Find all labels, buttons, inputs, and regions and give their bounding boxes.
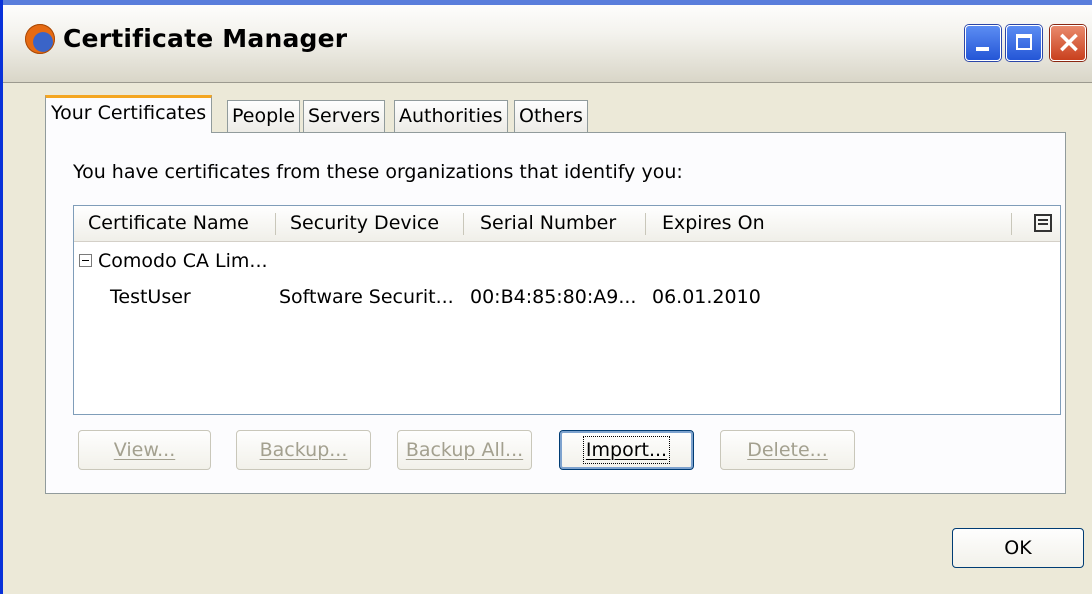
column-separator[interactable] <box>645 213 646 235</box>
tab-your-certificates[interactable]: Your Certificates <box>45 95 213 133</box>
backup-button[interactable]: Backup... <box>236 430 371 470</box>
view-button[interactable]: View... <box>78 430 211 470</box>
backup-all-button[interactable]: Backup All... <box>397 430 532 470</box>
certificate-tree[interactable]: Certificate Name Security Device Serial … <box>73 205 1061 415</box>
cell-serial-number: 00:B4:85:80:A9... <box>470 286 637 308</box>
import-button[interactable]: Import... <box>559 430 694 470</box>
intro-text: You have certificates from these organiz… <box>73 161 683 183</box>
tab-servers[interactable]: Servers <box>303 100 386 133</box>
maximize-button[interactable] <box>1006 25 1042 61</box>
delete-button[interactable]: Delete... <box>720 430 855 470</box>
column-header-serial-number[interactable]: Serial Number <box>480 206 616 241</box>
firefox-icon <box>25 24 55 54</box>
column-separator[interactable] <box>275 213 276 235</box>
column-picker-icon[interactable] <box>1034 214 1052 232</box>
certificate-manager-window: Certificate Manager × Your Certificates … <box>0 0 1092 594</box>
window-title: Certificate Manager <box>63 24 348 53</box>
import-button-label: Import... <box>582 436 671 464</box>
tab-people[interactable]: People <box>227 100 301 133</box>
backup-button-label: Backup... <box>259 439 348 461</box>
collapse-icon[interactable] <box>79 254 92 267</box>
tree-group-row[interactable]: Comodo CA Lim... <box>74 243 1060 279</box>
close-button[interactable]: × <box>1050 25 1086 61</box>
column-separator[interactable] <box>463 213 464 235</box>
column-header-expires-on[interactable]: Expires On <box>662 206 765 241</box>
group-name: Comodo CA Lim... <box>98 250 268 272</box>
view-button-label: View... <box>113 439 176 461</box>
ok-button-label: OK <box>1004 537 1032 559</box>
minimize-button[interactable] <box>965 25 1001 61</box>
tab-authorities[interactable]: Authorities <box>394 100 508 133</box>
cell-expires-on: 06.01.2010 <box>652 286 761 308</box>
cell-security-device: Software Securit... <box>279 286 454 308</box>
tab-others[interactable]: Others <box>514 100 588 133</box>
column-header-certificate-name[interactable]: Certificate Name <box>88 206 249 241</box>
minimize-icon <box>976 47 989 51</box>
backup-all-button-label: Backup All... <box>405 439 524 461</box>
tree-header: Certificate Name Security Device Serial … <box>74 206 1060 242</box>
cell-certificate-name: TestUser <box>110 286 191 308</box>
column-header-security-device[interactable]: Security Device <box>290 206 439 241</box>
maximize-icon <box>1016 34 1032 50</box>
your-certificates-panel: You have certificates from these organiz… <box>45 132 1066 494</box>
ok-button[interactable]: OK <box>952 528 1084 568</box>
delete-button-label: Delete... <box>747 439 828 461</box>
certificate-row[interactable]: TestUser Software Securit... 00:B4:85:80… <box>74 279 1060 315</box>
close-icon: × <box>1056 25 1082 60</box>
column-separator <box>1011 213 1012 235</box>
title-bar[interactable]: Certificate Manager × <box>3 0 1092 83</box>
